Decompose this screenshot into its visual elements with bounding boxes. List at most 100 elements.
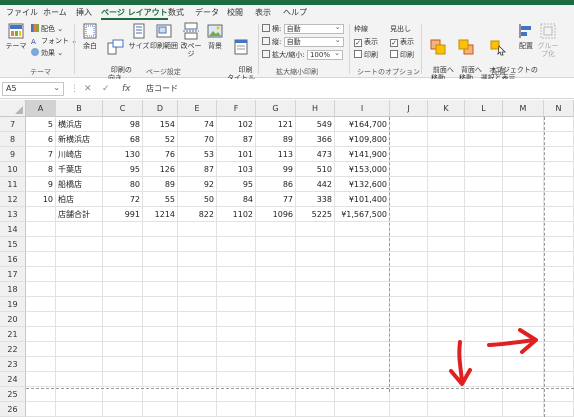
cell-f8[interactable]: 87: [217, 132, 256, 147]
cell-b10[interactable]: 千葉店: [56, 162, 103, 177]
cell-d12[interactable]: 55: [143, 192, 178, 207]
cell-j12[interactable]: [390, 192, 428, 207]
cell-n9[interactable]: [544, 147, 574, 162]
cell-d25[interactable]: [143, 387, 178, 402]
cell-l13[interactable]: [465, 207, 503, 222]
row-header-13[interactable]: 13: [0, 207, 26, 222]
cell-l19[interactable]: [465, 297, 503, 312]
cell-i13[interactable]: ¥1,567,500: [335, 207, 390, 222]
column-header-k[interactable]: K: [428, 100, 465, 117]
tab-insert[interactable]: 挿入: [76, 6, 92, 19]
cell-g20[interactable]: [256, 312, 296, 327]
cell-i23[interactable]: [335, 357, 390, 372]
cell-f20[interactable]: [217, 312, 256, 327]
cell-l26[interactable]: [465, 402, 503, 417]
cell-c20[interactable]: [103, 312, 143, 327]
cell-k13[interactable]: [428, 207, 465, 222]
tab-file[interactable]: ファイル: [6, 6, 38, 19]
cell-n20[interactable]: [544, 312, 574, 327]
cell-k12[interactable]: [428, 192, 465, 207]
cell-f23[interactable]: [217, 357, 256, 372]
cell-h17[interactable]: [296, 267, 335, 282]
cell-c22[interactable]: [103, 342, 143, 357]
tab-formulas[interactable]: 数式: [168, 6, 184, 19]
row-header-9[interactable]: 9: [0, 147, 26, 162]
cell-n7[interactable]: [544, 117, 574, 132]
cell-i14[interactable]: [335, 222, 390, 237]
size-button[interactable]: サイズ: [128, 22, 150, 50]
cell-m8[interactable]: [503, 132, 544, 147]
cell-h20[interactable]: [296, 312, 335, 327]
cell-j22[interactable]: [390, 342, 428, 357]
cell-b22[interactable]: [56, 342, 103, 357]
cell-e9[interactable]: 53: [178, 147, 217, 162]
cell-l11[interactable]: [465, 177, 503, 192]
cell-h23[interactable]: [296, 357, 335, 372]
cell-d20[interactable]: [143, 312, 178, 327]
cell-j8[interactable]: [390, 132, 428, 147]
cell-j19[interactable]: [390, 297, 428, 312]
tab-review[interactable]: 校閲: [227, 6, 243, 19]
cell-l20[interactable]: [465, 312, 503, 327]
cell-m15[interactable]: [503, 237, 544, 252]
colors-button[interactable]: 配色 ⌄: [31, 24, 63, 34]
cell-m9[interactable]: [503, 147, 544, 162]
cell-g9[interactable]: 113: [256, 147, 296, 162]
cell-a15[interactable]: [26, 237, 56, 252]
cell-a9[interactable]: 7: [26, 147, 56, 162]
cell-b15[interactable]: [56, 237, 103, 252]
cell-m10[interactable]: [503, 162, 544, 177]
cell-e15[interactable]: [178, 237, 217, 252]
cell-l10[interactable]: [465, 162, 503, 177]
cell-f22[interactable]: [217, 342, 256, 357]
cell-g10[interactable]: 99: [256, 162, 296, 177]
worksheet-grid[interactable]: ABCDEFGHIJKLMN 7 5 横浜店 98 154 74 102 121 549 ¥164…: [0, 100, 574, 417]
cell-k9[interactable]: [428, 147, 465, 162]
cell-n8[interactable]: [544, 132, 574, 147]
cell-e24[interactable]: [178, 372, 217, 387]
column-header-d[interactable]: D: [143, 100, 178, 117]
cell-h14[interactable]: [296, 222, 335, 237]
cell-g22[interactable]: [256, 342, 296, 357]
cell-h19[interactable]: [296, 297, 335, 312]
cell-n10[interactable]: [544, 162, 574, 177]
cell-h10[interactable]: 510: [296, 162, 335, 177]
cell-e18[interactable]: [178, 282, 217, 297]
cell-i24[interactable]: [335, 372, 390, 387]
column-header-n[interactable]: N: [544, 100, 574, 117]
cell-e14[interactable]: [178, 222, 217, 237]
cell-a14[interactable]: [26, 222, 56, 237]
cell-e22[interactable]: [178, 342, 217, 357]
cell-h22[interactable]: [296, 342, 335, 357]
cell-h18[interactable]: [296, 282, 335, 297]
cell-j26[interactable]: [390, 402, 428, 417]
cell-h9[interactable]: 473: [296, 147, 335, 162]
cell-n16[interactable]: [544, 252, 574, 267]
cell-e10[interactable]: 87: [178, 162, 217, 177]
row-header-20[interactable]: 20: [0, 312, 26, 327]
cell-c24[interactable]: [103, 372, 143, 387]
cell-a18[interactable]: [26, 282, 56, 297]
cell-k15[interactable]: [428, 237, 465, 252]
row-header-8[interactable]: 8: [0, 132, 26, 147]
cell-i11[interactable]: ¥132,600: [335, 177, 390, 192]
row-header-12[interactable]: 12: [0, 192, 26, 207]
cell-k11[interactable]: [428, 177, 465, 192]
cell-g19[interactable]: [256, 297, 296, 312]
cell-m11[interactable]: [503, 177, 544, 192]
formula-input[interactable]: 店コード: [142, 82, 572, 96]
cell-g15[interactable]: [256, 237, 296, 252]
gridlines-view-checkbox[interactable]: ✓ 表示: [354, 37, 378, 47]
cell-c14[interactable]: [103, 222, 143, 237]
column-header-i[interactable]: I: [335, 100, 390, 117]
cell-k25[interactable]: [428, 387, 465, 402]
cell-l22[interactable]: [465, 342, 503, 357]
cell-f24[interactable]: [217, 372, 256, 387]
scale-percent-spinner[interactable]: 100%: [306, 49, 343, 60]
cell-f10[interactable]: 103: [217, 162, 256, 177]
cell-j14[interactable]: [390, 222, 428, 237]
row-header-11[interactable]: 11: [0, 177, 26, 192]
cell-j16[interactable]: [390, 252, 428, 267]
column-header-a[interactable]: A: [26, 100, 56, 117]
cell-e12[interactable]: 50: [178, 192, 217, 207]
